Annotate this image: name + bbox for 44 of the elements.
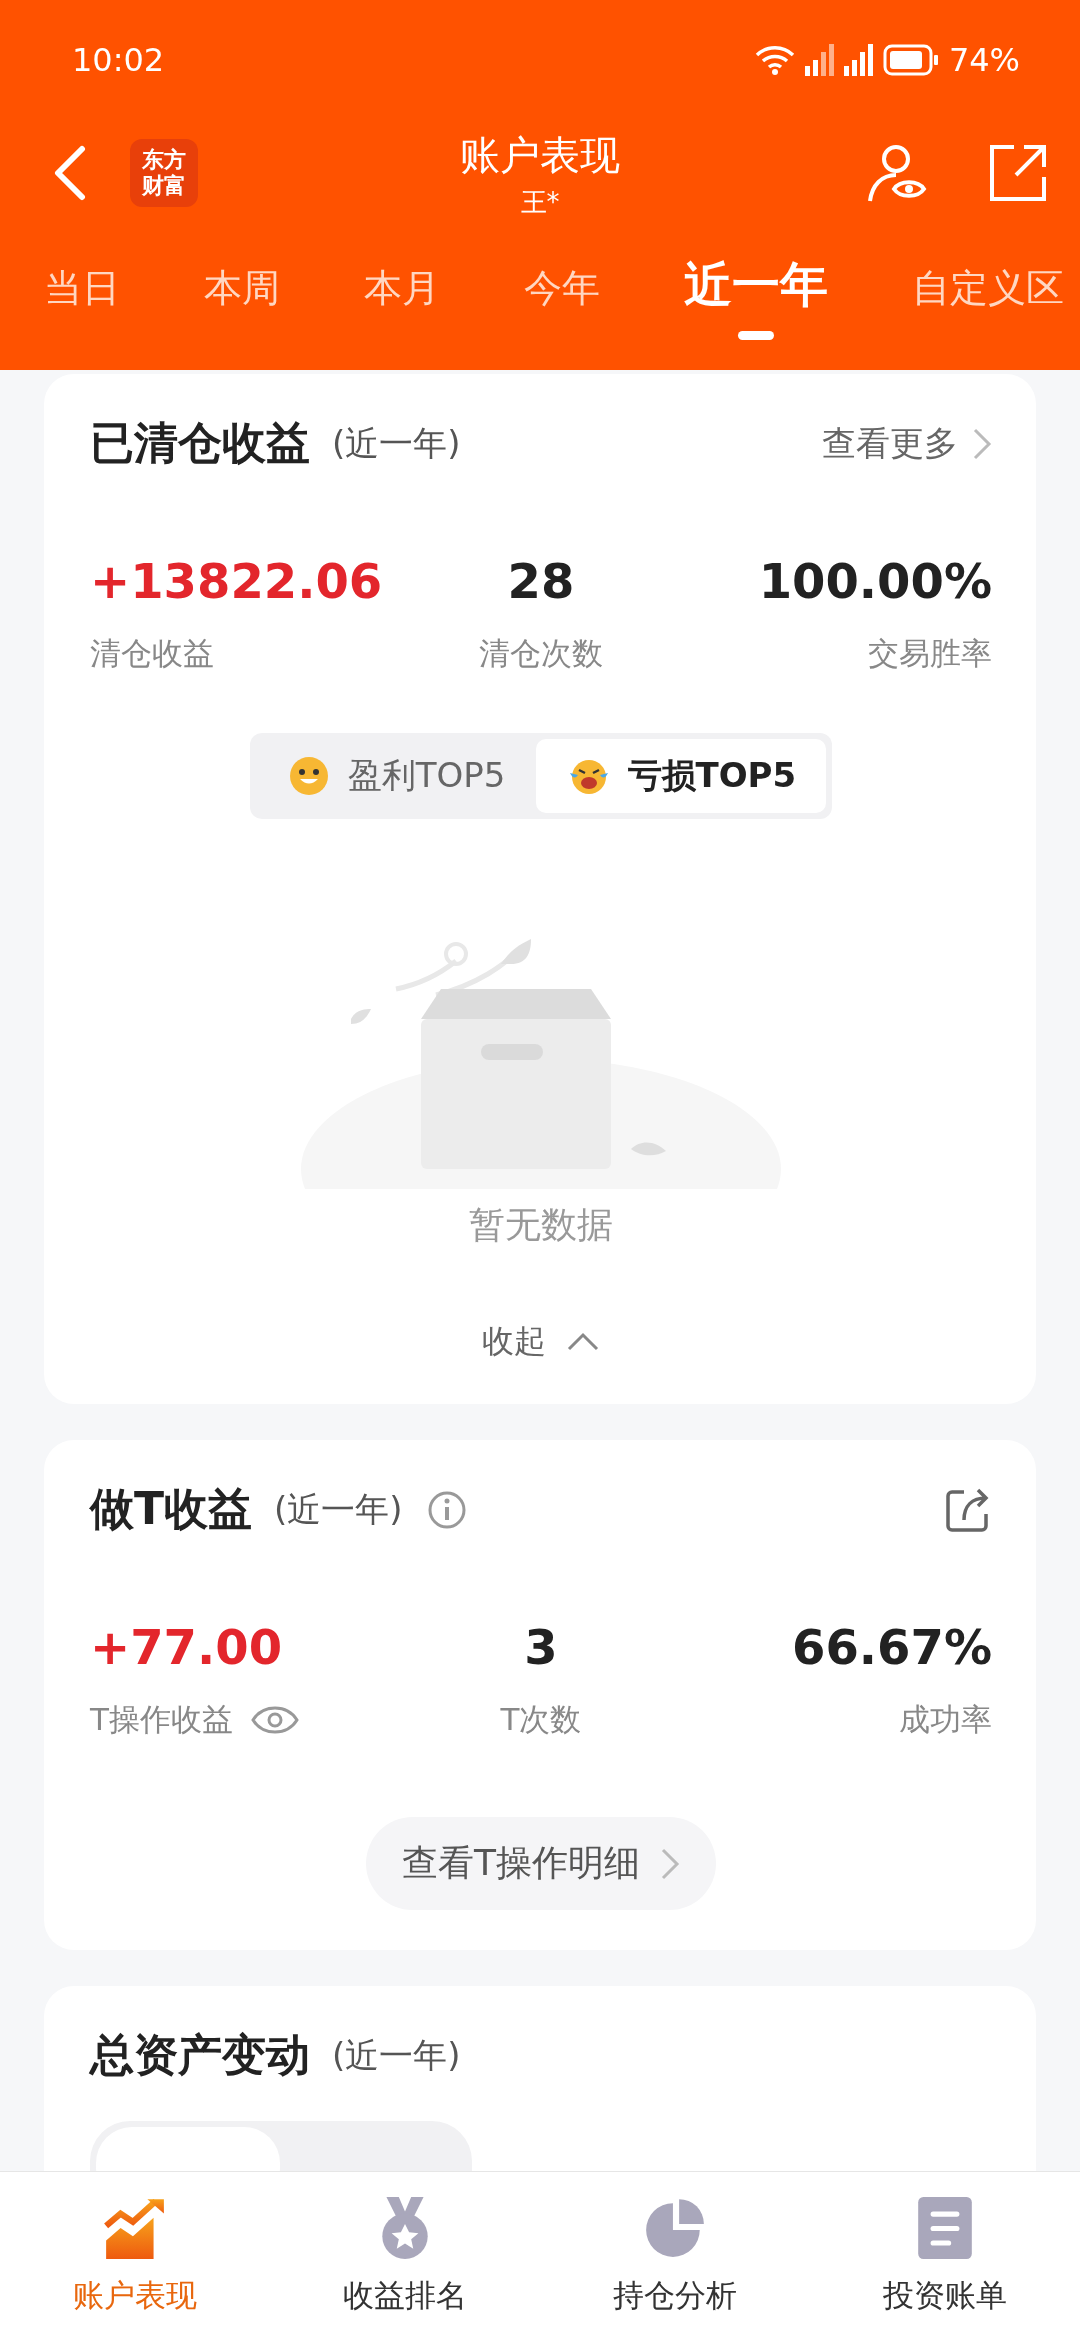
account-name: 王*	[520, 186, 560, 219]
card-period: (近一年)	[332, 421, 461, 465]
app-logo: 东方 财富	[130, 138, 198, 207]
bottom-nav-tab[interactable]: 账户表现	[0, 2172, 270, 2340]
battery-level: 74%	[948, 41, 1020, 79]
stat-label: T次数	[500, 1700, 582, 1739]
stat-value: +13822.06	[90, 553, 384, 609]
wifi-icon	[754, 45, 795, 75]
card-title: 做T收益	[90, 1482, 252, 1536]
info-icon[interactable]	[426, 1489, 467, 1530]
stat-value: +77.00	[90, 1619, 284, 1675]
stat-label: T操作收益	[90, 1700, 233, 1739]
stat-label: 交易胜率	[868, 634, 992, 673]
stat-value: 66.67%	[792, 1619, 992, 1675]
chevron-up-icon	[566, 1332, 600, 1352]
stat-value: 28	[507, 553, 575, 609]
page-title: 账户表现	[460, 131, 620, 180]
collapse-button[interactable]: 收起	[482, 1320, 600, 1364]
signal-icon	[843, 44, 873, 76]
signal-icon	[804, 44, 834, 76]
stat-value: 100.00%	[758, 553, 992, 609]
bottom-nav-tab[interactable]: 投资账单	[810, 2172, 1080, 2340]
segment-tab[interactable]: 盈利TOP5	[255, 739, 536, 813]
status-time: 10:02	[72, 41, 165, 79]
empty-state-text: 暂无数据	[469, 1203, 613, 1247]
stat-label: 清仓次数	[479, 634, 603, 673]
stat-label: 成功率	[899, 1700, 992, 1739]
card-period: (近一年)	[274, 1487, 403, 1531]
view-more-link[interactable]: 查看更多	[822, 420, 992, 467]
segment-tab[interactable]: 亏损TOP5	[535, 739, 827, 813]
chevron-right-icon	[972, 426, 992, 461]
bottom-nav-tab[interactable]: 持仓分析	[540, 2172, 810, 2340]
card-period: (近一年)	[332, 2033, 461, 2077]
t-detail-button[interactable]: 查看T操作明细	[366, 1817, 716, 1910]
eye-icon[interactable]	[250, 1704, 299, 1736]
period-tab[interactable]: 近一年	[684, 245, 828, 355]
card-title: 总资产变动	[90, 2028, 310, 2082]
smiling-face-icon	[287, 755, 330, 797]
bottom-nav-tab[interactable]: 收益排名	[270, 2172, 540, 2340]
battery-icon	[882, 44, 939, 76]
stat-label: 清仓收益	[90, 634, 215, 673]
chevron-right-icon	[660, 1846, 680, 1881]
card-title: 已清仓收益	[90, 416, 310, 470]
stat-value: 3	[524, 1619, 558, 1675]
